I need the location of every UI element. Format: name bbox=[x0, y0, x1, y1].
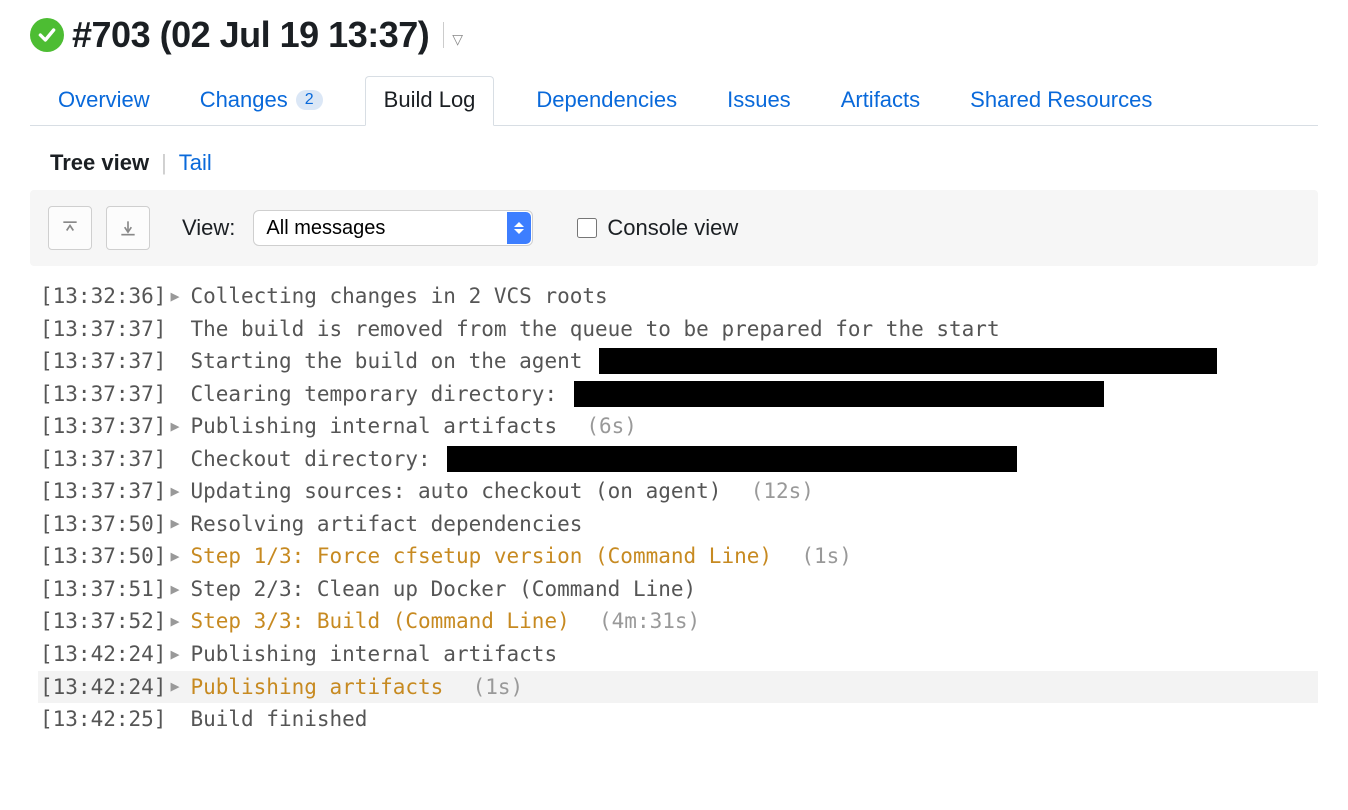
download-log-button[interactable] bbox=[106, 206, 150, 250]
expand-icon[interactable]: ▶ bbox=[170, 285, 186, 308]
log-message: Publishing internal artifacts bbox=[190, 410, 557, 443]
log-message: Collecting changes in 2 VCS roots bbox=[190, 280, 607, 313]
log-row[interactable]: [13:37:37]▶Clearing temporary directory: bbox=[38, 378, 1318, 411]
log-timestamp: [13:37:50] bbox=[40, 508, 166, 541]
log-row[interactable]: [13:37:50]▶Resolving artifact dependenci… bbox=[38, 508, 1318, 541]
tab-label: Shared Resources bbox=[970, 87, 1152, 113]
expand-icon[interactable]: ▶ bbox=[170, 545, 186, 568]
log-message: Starting the build on the agent bbox=[190, 345, 595, 378]
log-message: Publishing internal artifacts bbox=[190, 638, 557, 671]
build-actions-dropdown[interactable]: ▽ bbox=[443, 22, 463, 48]
build-tabs: Overview Changes 2 Build Log Dependencie… bbox=[30, 76, 1318, 126]
log-duration: (6s) bbox=[561, 410, 637, 443]
expand-placeholder: ▶ bbox=[170, 447, 186, 470]
expand-placeholder: ▶ bbox=[170, 708, 186, 731]
tab-label: Build Log bbox=[384, 87, 476, 113]
log-timestamp: [13:37:51] bbox=[40, 573, 166, 606]
build-header: #703 (02 Jul 19 13:37) ▽ bbox=[30, 14, 1318, 56]
log-row[interactable]: [13:37:37]▶Updating sources: auto checko… bbox=[38, 475, 1318, 508]
expand-icon[interactable]: ▶ bbox=[170, 675, 186, 698]
log-timestamp: [13:37:37] bbox=[40, 345, 166, 378]
log-timestamp: [13:37:37] bbox=[40, 475, 166, 508]
redacted-block bbox=[574, 381, 1104, 407]
log-message: Clearing temporary directory: bbox=[190, 378, 569, 411]
log-toolbar: View: All messages Console view bbox=[30, 190, 1318, 266]
log-row[interactable]: [13:37:51]▶Step 2/3: Clean up Docker (Co… bbox=[38, 573, 1318, 606]
tab-dependencies[interactable]: Dependencies bbox=[528, 77, 685, 125]
log-timestamp: [13:37:37] bbox=[40, 378, 166, 411]
log-message: Publishing artifacts bbox=[190, 671, 443, 704]
expand-icon[interactable]: ▶ bbox=[170, 610, 186, 633]
log-row[interactable]: [13:42:25]▶Build finished bbox=[38, 703, 1318, 736]
log-timestamp: [13:42:25] bbox=[40, 703, 166, 736]
tab-issues[interactable]: Issues bbox=[719, 77, 799, 125]
log-view-toggle: Tree view | Tail bbox=[30, 150, 1318, 190]
log-row[interactable]: [13:37:37]▶The build is removed from the… bbox=[38, 313, 1318, 346]
log-timestamp: [13:37:52] bbox=[40, 605, 166, 638]
log-message: Build finished bbox=[190, 703, 367, 736]
log-duration: (12s) bbox=[725, 475, 814, 508]
log-duration: (4m:31s) bbox=[574, 605, 700, 638]
separator: | bbox=[161, 150, 167, 176]
success-icon bbox=[30, 18, 64, 52]
log-row[interactable]: [13:37:37]▶Starting the build on the age… bbox=[38, 345, 1318, 378]
console-view-checkbox[interactable] bbox=[577, 218, 597, 238]
log-row[interactable]: [13:42:24]▶Publishing artifacts (1s) bbox=[38, 671, 1318, 704]
tab-build-log[interactable]: Build Log bbox=[365, 76, 495, 126]
expand-placeholder: ▶ bbox=[170, 317, 186, 340]
view-filter-select[interactable]: All messages bbox=[253, 210, 533, 246]
build-log: [13:32:36]▶Collecting changes in 2 VCS r… bbox=[30, 280, 1318, 736]
log-row[interactable]: [13:32:36]▶Collecting changes in 2 VCS r… bbox=[38, 280, 1318, 313]
log-duration: (1s) bbox=[776, 540, 852, 573]
log-message: Step 3/3: Build (Command Line) bbox=[190, 605, 569, 638]
tab-overview[interactable]: Overview bbox=[50, 77, 158, 125]
redacted-block bbox=[447, 446, 1017, 472]
log-timestamp: [13:37:37] bbox=[40, 443, 166, 476]
view-filter-select-wrap: All messages bbox=[253, 210, 533, 246]
expand-icon[interactable]: ▶ bbox=[170, 415, 186, 438]
tab-label: Artifacts bbox=[841, 87, 920, 113]
log-message: Step 2/3: Clean up Docker (Command Line) bbox=[190, 573, 696, 606]
expand-icon[interactable]: ▶ bbox=[170, 578, 186, 601]
console-view-toggle[interactable]: Console view bbox=[577, 215, 738, 241]
build-title: #703 (02 Jul 19 13:37) bbox=[72, 14, 429, 56]
view-filter-label: View: bbox=[182, 215, 235, 241]
log-timestamp: [13:42:24] bbox=[40, 671, 166, 704]
log-timestamp: [13:32:36] bbox=[40, 280, 166, 313]
log-timestamp: [13:37:37] bbox=[40, 410, 166, 443]
tree-view-mode[interactable]: Tree view bbox=[50, 150, 149, 176]
tab-label: Issues bbox=[727, 87, 791, 113]
log-timestamp: [13:37:37] bbox=[40, 313, 166, 346]
expand-icon[interactable]: ▶ bbox=[170, 480, 186, 503]
tab-shared-resources[interactable]: Shared Resources bbox=[962, 77, 1160, 125]
expand-icon[interactable]: ▶ bbox=[170, 512, 186, 535]
expand-icon[interactable]: ▶ bbox=[170, 643, 186, 666]
collapse-all-button[interactable] bbox=[48, 206, 92, 250]
log-timestamp: [13:42:24] bbox=[40, 638, 166, 671]
tail-view-mode[interactable]: Tail bbox=[179, 150, 212, 176]
tab-artifacts[interactable]: Artifacts bbox=[833, 77, 928, 125]
log-message: Resolving artifact dependencies bbox=[190, 508, 582, 541]
tab-changes[interactable]: Changes 2 bbox=[192, 77, 331, 125]
expand-placeholder: ▶ bbox=[170, 350, 186, 373]
tab-label: Dependencies bbox=[536, 87, 677, 113]
log-row[interactable]: [13:37:50]▶Step 1/3: Force cfsetup versi… bbox=[38, 540, 1318, 573]
expand-placeholder: ▶ bbox=[170, 382, 186, 405]
redacted-block bbox=[599, 348, 1217, 374]
tab-label: Changes bbox=[200, 87, 288, 113]
log-timestamp: [13:37:50] bbox=[40, 540, 166, 573]
log-row[interactable]: [13:42:24]▶Publishing internal artifacts bbox=[38, 638, 1318, 671]
log-row[interactable]: [13:37:37]▶Publishing internal artifacts… bbox=[38, 410, 1318, 443]
console-view-label: Console view bbox=[607, 215, 738, 241]
log-row[interactable]: [13:37:52]▶Step 3/3: Build (Command Line… bbox=[38, 605, 1318, 638]
log-message: The build is removed from the queue to b… bbox=[190, 313, 999, 346]
log-message: Updating sources: auto checkout (on agen… bbox=[190, 475, 721, 508]
changes-count-badge: 2 bbox=[296, 90, 323, 110]
log-message: Step 1/3: Force cfsetup version (Command… bbox=[190, 540, 772, 573]
log-message: Checkout directory: bbox=[190, 443, 443, 476]
tab-label: Overview bbox=[58, 87, 150, 113]
log-row[interactable]: [13:37:37]▶Checkout directory: bbox=[38, 443, 1318, 476]
log-duration: (1s) bbox=[447, 671, 523, 704]
